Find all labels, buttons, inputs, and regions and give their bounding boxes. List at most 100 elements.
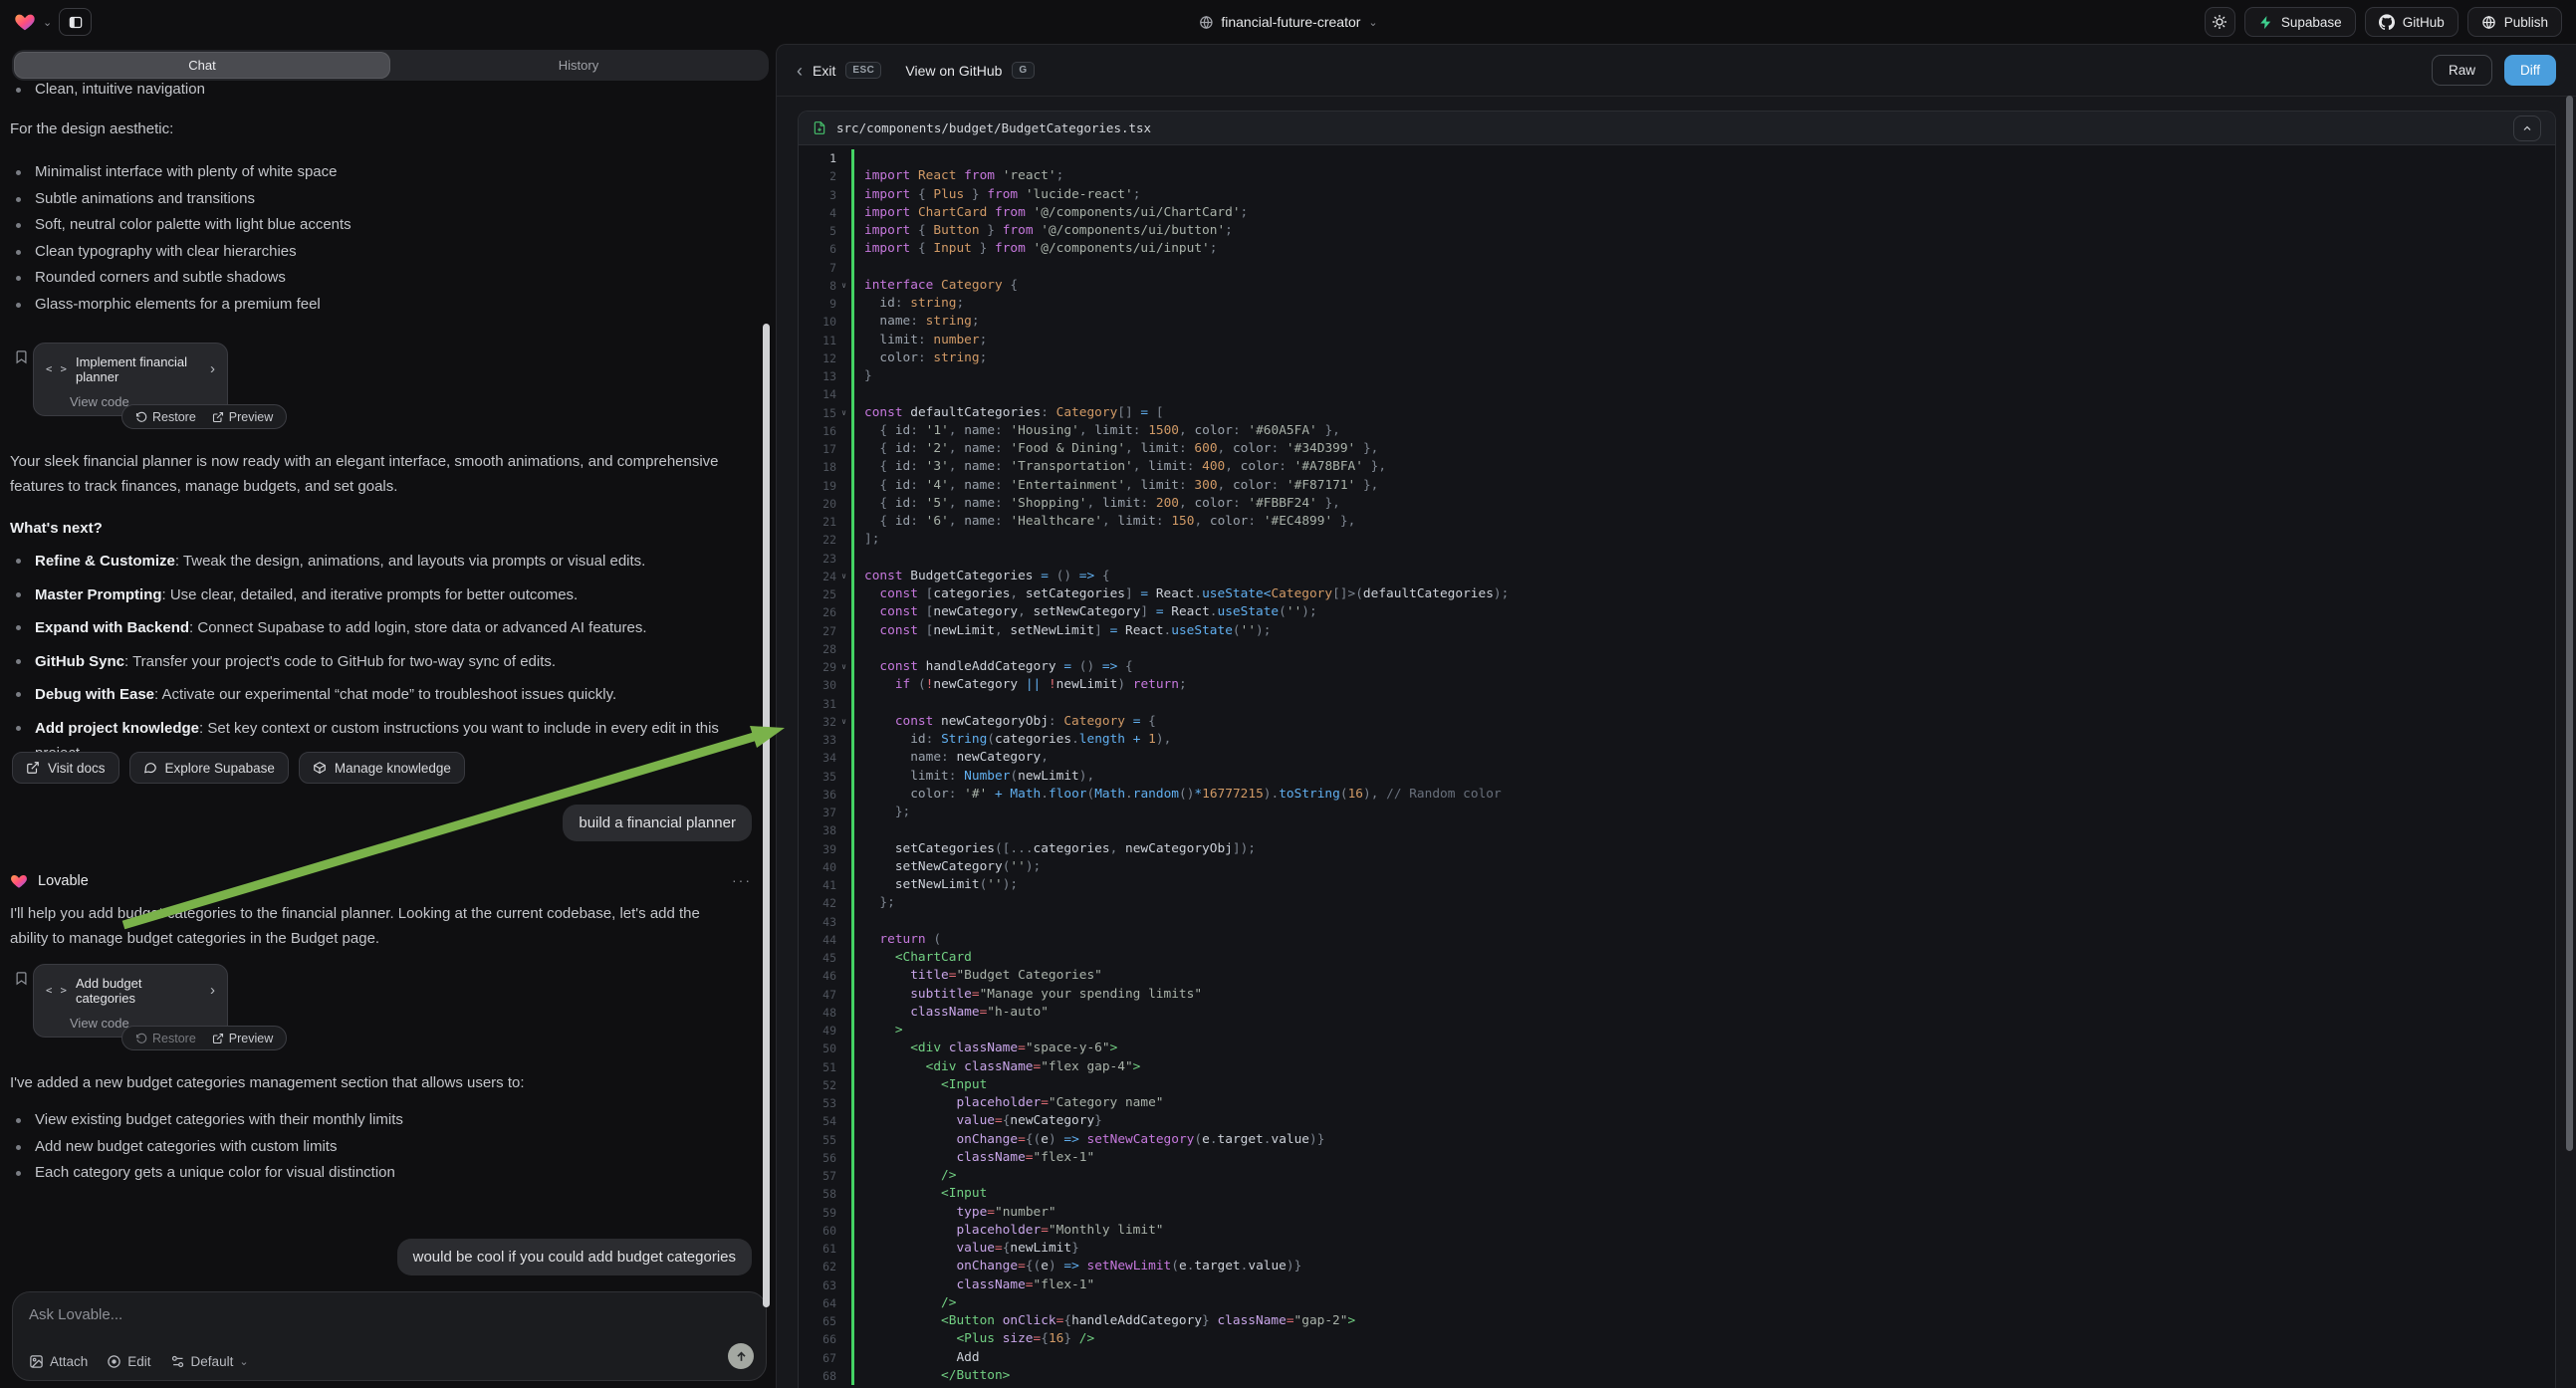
fold-gutter [836,1112,851,1130]
tab-chat[interactable]: Chat [14,52,390,79]
code-line: 29∨ const handleAddCategory = () => { [799,658,2555,676]
code-line: 26 const [newCategory, setNewCategory] =… [799,603,2555,621]
code-line: 64 /> [799,1294,2555,1312]
code-line: 1 [799,149,2555,167]
send-button[interactable] [728,1343,754,1369]
toggle-sidebar-button[interactable] [59,8,92,36]
bookmark-icon[interactable] [14,348,29,365]
fold-gutter [836,458,851,476]
diff-toggle-button[interactable]: Diff [2504,55,2556,86]
fold-gutter [836,295,851,313]
mode-selector[interactable]: Default ⌄ [170,1354,249,1369]
code-line: 32∨ const newCategoryObj: Category = { [799,713,2555,731]
fold-gutter [836,1058,851,1076]
file-header-bar[interactable]: src/components/budget/BudgetCategories.t… [799,112,2555,145]
list-item: Add new budget categories with custom li… [10,1138,731,1156]
version-card-group: < > Add budget categories › View code Re… [14,964,432,1055]
list-item: Glass-morphic elements for a premium fee… [10,296,731,314]
target-icon [107,1354,121,1369]
fold-gutter [836,259,851,277]
chevron-left-icon: ‹ [797,64,803,78]
exit-button[interactable]: Exit [813,63,835,79]
explore-supabase-button[interactable]: Explore Supabase [129,752,289,784]
raw-toggle-button[interactable]: Raw [2432,55,2492,86]
chat-scrollbar[interactable] [763,324,770,1307]
fold-chevron-icon[interactable]: ∨ [836,404,851,422]
fold-gutter [836,167,851,185]
visit-docs-button[interactable]: Visit docs [12,752,119,784]
project-name: financial-future-creator [1221,14,1360,30]
code-line: 65 <Button onClick={handleAddCategory} c… [799,1312,2555,1330]
fold-gutter [836,440,851,458]
fold-gutter [836,1004,851,1022]
code-line: 8∨interface Category { [799,277,2555,295]
fold-chevron-icon[interactable]: ∨ [836,713,851,731]
file-added-icon [813,120,826,135]
message-menu-button[interactable]: ··· [732,872,752,888]
fold-gutter [836,967,851,985]
lovable-logo-icon[interactable] [14,11,36,33]
preview-button[interactable]: Preview [204,1027,281,1049]
github-button[interactable]: GitHub [2365,7,2459,37]
list-item: Refine & Customize: Tweak the design, an… [10,549,731,574]
code-line: 67 Add [799,1349,2555,1367]
prompt-input-box[interactable]: Ask Lovable... Attach Edit Default ⌄ [12,1291,767,1381]
edit-button[interactable]: Edit [107,1354,150,1369]
fold-chevron-icon[interactable]: ∨ [836,658,851,676]
code-line: 12 color: string; [799,349,2555,367]
fold-gutter [836,531,851,549]
code-line: 50 <div className="space-y-6"> [799,1040,2555,1057]
code-line: 66 <Plus size={16} /> [799,1330,2555,1348]
bullet-dot [16,1118,21,1123]
fold-chevron-icon[interactable]: ∨ [836,277,851,295]
external-link-icon [212,411,224,423]
code-line: 28 [799,640,2555,658]
code-viewer-panel: ‹ Exit ESC View on GitHub G Raw Diff src… [776,44,2576,1388]
restore-preview-pill: Restore Preview [121,404,287,429]
chevron-up-icon [2521,122,2533,134]
code-line: 43 [799,913,2555,931]
code-line: 36 color: '#' + Math.floor(Math.random()… [799,786,2555,804]
fold-gutter [836,1240,851,1258]
preview-button[interactable]: Preview [204,405,281,428]
manage-knowledge-button[interactable]: Manage knowledge [299,752,465,784]
code-line: 31 [799,695,2555,713]
fold-gutter [836,1076,851,1094]
restore-icon [135,1033,147,1044]
external-link-icon [212,1033,224,1044]
fold-gutter [836,1131,851,1149]
view-on-github-link[interactable]: View on GitHub [905,63,1002,79]
supabase-button[interactable]: Supabase [2244,7,2356,37]
fold-gutter [836,695,851,713]
collapse-file-button[interactable] [2513,116,2541,141]
code-editor[interactable]: 12import React from 'react';3import { Pl… [799,149,2555,1388]
code-line: 33 id: String(categories.length + 1), [799,731,2555,749]
prompt-placeholder: Ask Lovable... [29,1306,750,1323]
bullet-dot [16,1171,21,1176]
code-line: 40 setNewCategory(''); [799,858,2555,876]
project-switcher[interactable]: financial-future-creator ⌄ [1198,0,1377,44]
code-scrollbar[interactable] [2566,96,2573,1151]
code-line: 9 id: string; [799,295,2555,313]
github-label: GitHub [2403,15,2445,30]
code-line: 52 <Input [799,1076,2555,1094]
code-icon: < > [46,985,68,997]
fold-gutter [836,1204,851,1222]
attach-button[interactable]: Attach [29,1354,88,1369]
restore-button[interactable]: Restore [127,405,204,428]
publish-button[interactable]: Publish [2467,7,2562,37]
list-item: Soft, neutral color palette with light b… [10,216,731,234]
tab-history[interactable]: History [390,52,767,79]
bullet-dot [16,223,21,228]
restore-button[interactable]: Restore [127,1027,204,1049]
file-path: src/components/budget/BudgetCategories.t… [836,120,1151,135]
code-line: 53 placeholder="Category name" [799,1094,2555,1112]
code-icon: < > [46,363,68,375]
chevron-down-icon[interactable]: ⌄ [43,16,52,29]
bookmark-icon[interactable] [14,970,29,987]
fold-chevron-icon[interactable]: ∨ [836,568,851,585]
fold-gutter [836,1222,851,1240]
chat-panel: Chat History Clean, intuitive navigation… [0,44,776,1388]
arrow-up-icon [735,1350,748,1363]
settings-button[interactable] [2205,7,2235,37]
